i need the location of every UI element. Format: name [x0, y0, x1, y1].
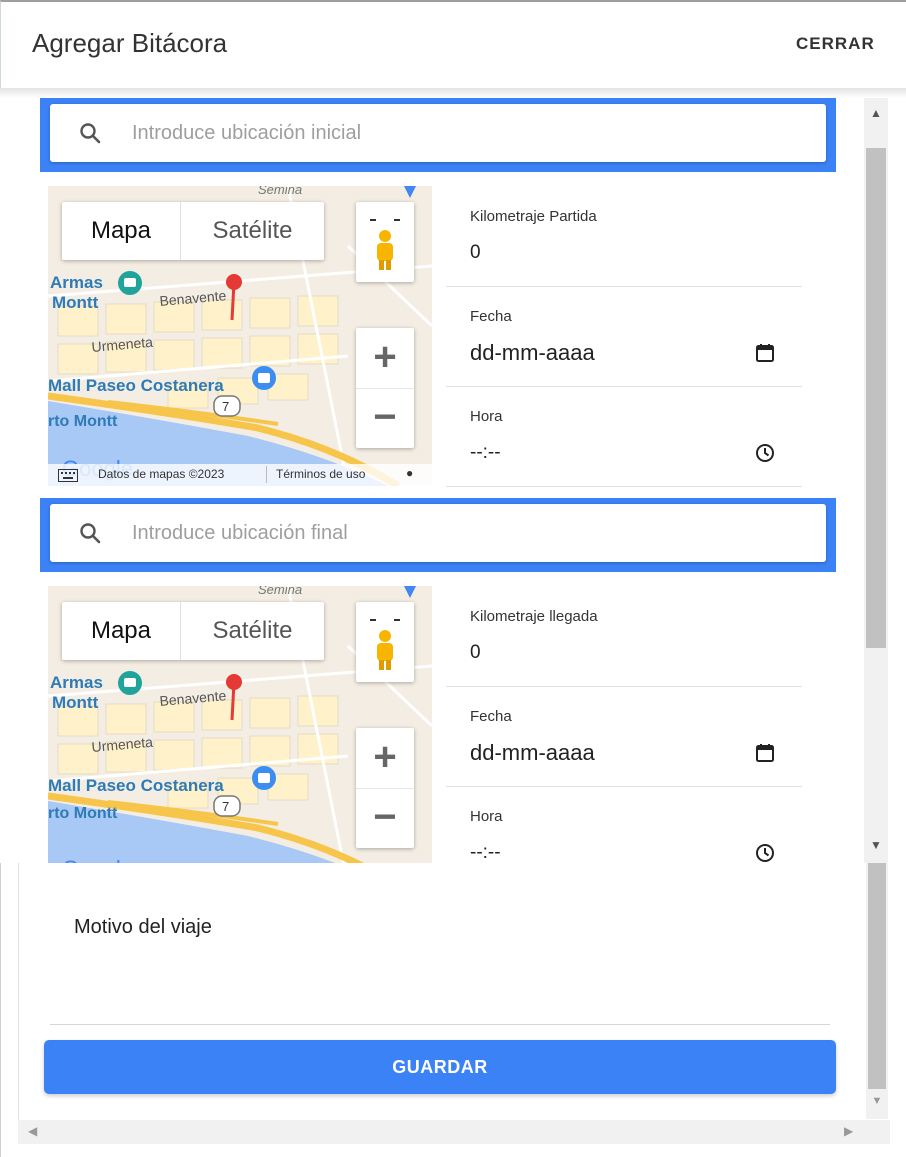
map-label-mall: Mall Paseo Costanera: [48, 776, 224, 795]
end-search-bar: Introduce ubicación final: [40, 498, 836, 572]
start-search-bar: Introduce ubicación inicial: [40, 98, 836, 172]
clock-icon[interactable]: [754, 842, 776, 863]
scroll-left-arrow-icon[interactable]: ◀: [28, 1124, 37, 1138]
map-type-control: Mapa Satélite: [62, 602, 324, 660]
end-time-field[interactable]: Hora --:--: [446, 786, 802, 863]
map-type-map-button[interactable]: Mapa: [62, 202, 181, 260]
start-time-label: Hora: [470, 408, 503, 425]
header-divider: [0, 88, 906, 98]
close-button[interactable]: CERRAR: [796, 34, 875, 54]
map-type-control: Mapa Satélite: [62, 202, 324, 260]
end-km-field[interactable]: Kilometraje llegada 0: [446, 586, 802, 687]
keyboard-icon[interactable]: [58, 469, 78, 482]
map-label-armas: Armas: [50, 273, 103, 292]
trip-reason-input[interactable]: Motivo del viaje: [74, 916, 212, 939]
dialog-title: Agregar Bitácora: [32, 28, 228, 58]
end-date-label: Fecha: [470, 708, 512, 725]
clock-icon[interactable]: [754, 442, 776, 464]
start-time-input[interactable]: --:--: [470, 442, 501, 464]
map-label-montt: Montt: [52, 293, 99, 312]
inner-scrollbar-thumb[interactable]: [866, 148, 886, 648]
map-label-semina: Semina: [258, 186, 302, 197]
start-km-field[interactable]: Kilometraje Partida 0: [446, 186, 802, 287]
panel-left-edge: [18, 863, 19, 1123]
zoom-in-button[interactable]: +: [356, 328, 414, 388]
end-time-input[interactable]: --:--: [470, 842, 501, 863]
attribution-separator: [266, 466, 267, 483]
zoom-out-button[interactable]: −: [356, 788, 414, 848]
end-km-input[interactable]: 0: [470, 642, 481, 664]
scroll-down-arrow-icon[interactable]: ▼: [866, 1095, 888, 1107]
search-icon: [80, 123, 101, 144]
zoom-in-button[interactable]: +: [356, 728, 414, 788]
end-location-input[interactable]: Introduce ubicación final: [50, 504, 826, 562]
outer-vertical-scrollbar[interactable]: ▼: [866, 863, 888, 1119]
map-label-montt: Montt: [52, 693, 99, 712]
route-7-shield: 7: [222, 399, 229, 414]
map-terms-link[interactable]: Términos de uso: [276, 467, 365, 481]
start-date-input[interactable]: dd-mm-aaaa: [470, 340, 595, 366]
map-type-map-button[interactable]: Mapa: [62, 602, 181, 660]
start-map[interactable]: Armas Montt Benavente Urmeneta Mall Pase…: [48, 186, 432, 486]
window-left-edge: [0, 863, 1, 1157]
save-button[interactable]: GUARDAR: [44, 1040, 836, 1094]
end-km-label: Kilometraje llegada: [470, 608, 598, 625]
start-date-label: Fecha: [470, 308, 512, 325]
trip-reason-underline: [50, 1024, 830, 1025]
map-type-satellite-button[interactable]: Satélite: [181, 602, 324, 660]
google-logo: Google: [62, 856, 133, 863]
zoom-out-button[interactable]: −: [356, 388, 414, 448]
report-error-icon[interactable]: ●: [406, 466, 413, 480]
street-view-pegman[interactable]: [356, 202, 414, 282]
map-label-armas: Armas: [50, 673, 103, 692]
search-icon: [80, 523, 101, 544]
calendar-icon[interactable]: [754, 742, 776, 764]
map-label-rto: rto Montt: [48, 413, 118, 430]
zoom-control: + −: [356, 328, 414, 448]
inner-vertical-scrollbar[interactable]: ▲ ▼: [864, 98, 888, 863]
scroll-right-arrow-icon[interactable]: ▶: [844, 1124, 853, 1138]
map-data-attribution: Datos de mapas ©2023: [98, 467, 225, 481]
scroll-up-arrow-icon[interactable]: ▲: [864, 106, 888, 120]
route-7-shield: 7: [222, 799, 229, 814]
pegman-icon: [370, 619, 400, 670]
end-map[interactable]: Armas Montt Benavente Urmeneta Mall Pase…: [48, 586, 432, 863]
map-type-satellite-button[interactable]: Satélite: [181, 202, 324, 260]
map-label-semina: Semina: [258, 586, 302, 597]
map-attribution: Datos de mapas ©2023 Términos de uso ●: [48, 464, 432, 486]
end-location-placeholder: Introduce ubicación final: [132, 522, 348, 544]
pegman-icon: [370, 219, 400, 270]
start-km-input[interactable]: 0: [470, 242, 481, 264]
start-time-field[interactable]: Hora --:--: [446, 386, 802, 487]
calendar-icon[interactable]: [754, 342, 776, 364]
map-label-rto: rto Montt: [48, 805, 118, 822]
horizontal-scrollbar[interactable]: ◀ ▶: [18, 1120, 890, 1144]
end-time-label: Hora: [470, 808, 503, 825]
zoom-control: + −: [356, 728, 414, 848]
end-date-input[interactable]: dd-mm-aaaa: [470, 740, 595, 766]
start-km-label: Kilometraje Partida: [470, 208, 597, 225]
start-location-placeholder: Introduce ubicación inicial: [132, 122, 362, 144]
scroll-down-arrow-icon[interactable]: ▼: [864, 838, 888, 852]
street-view-pegman[interactable]: [356, 602, 414, 682]
map-label-mall: Mall Paseo Costanera: [48, 376, 224, 395]
start-date-field[interactable]: Fecha dd-mm-aaaa: [446, 286, 802, 387]
outer-scrollbar-thumb[interactable]: [868, 863, 886, 1089]
end-date-field[interactable]: Fecha dd-mm-aaaa: [446, 686, 802, 787]
start-location-input[interactable]: Introduce ubicación inicial: [50, 104, 826, 162]
route-scroll-area[interactable]: Introduce ubicación inicial Armas Montt …: [18, 98, 868, 863]
